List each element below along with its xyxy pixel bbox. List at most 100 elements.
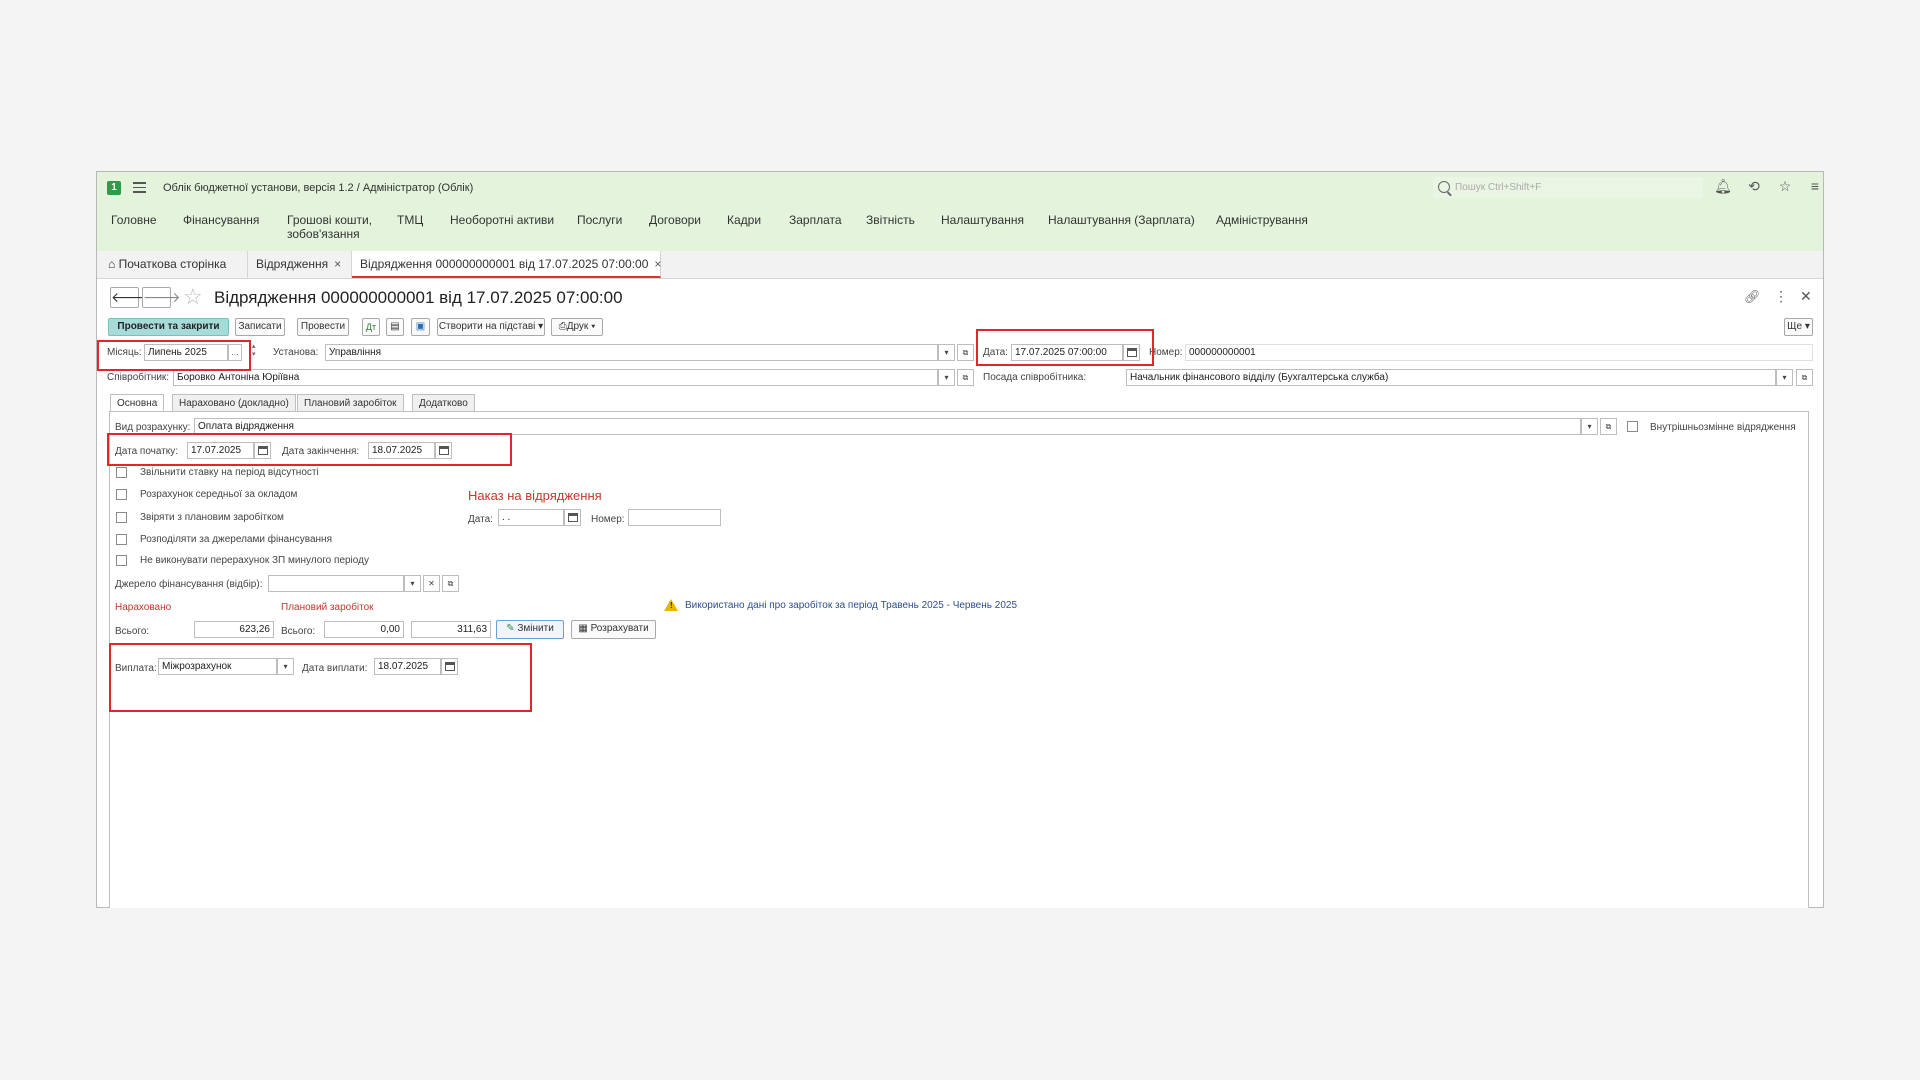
checkbox-average-by-salary[interactable] <box>116 489 127 500</box>
menu-item-home[interactable]: Головне <box>111 213 157 227</box>
change-label: Змінити <box>517 623 554 634</box>
position-dropdown-button[interactable]: ▾ <box>1776 369 1793 386</box>
accrued-total-label: Всього: <box>115 626 150 637</box>
tab-accrued-detailed[interactable]: Нараховано (докладно) <box>172 394 296 412</box>
print-label: Друк <box>566 321 589 332</box>
accrued-title: Нараховано <box>115 602 172 613</box>
hamburger-menu-icon[interactable] <box>133 182 146 193</box>
tab-trips-label: Відрядження <box>256 257 329 271</box>
close-icon[interactable]: × <box>654 257 661 271</box>
close-icon[interactable]: × <box>334 257 341 271</box>
settings-menu-icon[interactable]: ≡ <box>1806 178 1824 194</box>
bell-icon[interactable]: 🔔︎ <box>1714 178 1732 195</box>
calc-type-dropdown-button[interactable]: ▾ <box>1581 418 1598 435</box>
search-icon <box>1438 181 1450 193</box>
organization-label: Установа: <box>273 347 319 358</box>
tab-home[interactable]: ⌂ Початкова сторінка <box>100 251 248 278</box>
menu-item-salary-settings[interactable]: Налаштування (Зарплата) <box>1048 213 1195 227</box>
organization-open-button[interactable]: ⧉ <box>957 344 974 361</box>
funding-dropdown-button[interactable]: ▾ <box>404 575 421 592</box>
tab-current-document[interactable]: Відрядження 000000000001 від 17.07.2025 … <box>352 251 661 278</box>
number-field[interactable]: 000000000001 <box>1185 344 1813 361</box>
funding-field[interactable] <box>268 575 404 592</box>
post-and-close-button[interactable]: Провести та закрити <box>108 318 229 336</box>
menu-item-hr[interactable]: Кадри <box>727 213 761 227</box>
menu-item-contracts[interactable]: Договори <box>649 213 701 227</box>
menu-item-administration[interactable]: Адміністрування <box>1216 213 1308 227</box>
employee-dropdown-button[interactable]: ▾ <box>938 369 955 386</box>
employee-field[interactable]: Боровко Антоніна Юріївна <box>173 369 938 386</box>
create-based-on-button[interactable]: Створити на підставі ▾ <box>437 318 545 336</box>
more-actions-icon[interactable]: ⋮ <box>1774 288 1788 305</box>
calculate-label: Розрахувати <box>590 623 649 634</box>
planned-extra-field: 311,63 <box>411 621 491 638</box>
funding-open-button[interactable]: ⧉ <box>442 575 459 592</box>
menu-item-cash-line1: Грошові кошти, <box>287 213 373 227</box>
order-number-field[interactable] <box>628 509 721 526</box>
more-button[interactable]: Ще ▾ <box>1784 318 1813 336</box>
menu-item-settings[interactable]: Налаштування <box>941 213 1024 227</box>
checkbox-free-rate[interactable] <box>116 467 127 478</box>
menu-item-services[interactable]: Послуги <box>577 213 622 227</box>
tab-planned-earnings[interactable]: Плановий заробіток <box>297 394 404 412</box>
menu-item-reports[interactable]: Звітність <box>866 213 915 227</box>
checkbox-compare-planned-label: Звіряти з плановим заробітком <box>140 512 284 523</box>
save-button[interactable]: Записати <box>235 318 285 336</box>
internal-trip-checkbox[interactable] <box>1627 421 1638 432</box>
calculate-button[interactable]: ▦ Розрахувати <box>571 620 656 639</box>
menu-item-salary[interactable]: Зарплата <box>789 213 842 227</box>
funding-clear-button[interactable]: ✕ <box>423 575 440 592</box>
order-date-field[interactable]: . . <box>498 509 564 526</box>
checkbox-compare-planned[interactable] <box>116 512 127 523</box>
position-open-button[interactable]: ⧉ <box>1796 369 1813 386</box>
favorites-star-icon[interactable]: ☆ <box>1776 178 1794 195</box>
internal-trip-label: Внутрішньозмінне відрядження <box>1650 422 1796 433</box>
menu-item-inventory[interactable]: ТМЦ <box>397 213 423 227</box>
tab-trips-list[interactable]: Відрядження × <box>248 251 352 278</box>
favorite-star-icon[interactable]: ☆ <box>183 284 203 310</box>
tab-additional[interactable]: Додатково <box>412 394 475 412</box>
post-button[interactable]: Провести <box>297 318 349 336</box>
calc-type-open-button[interactable]: ⧉ <box>1600 418 1617 435</box>
more-label: Ще <box>1787 321 1803 332</box>
warning-text: Використано дані про заробіток за період… <box>685 600 1018 611</box>
menu-item-fixed-assets[interactable]: Необоротні активи <box>450 213 554 227</box>
order-date-calendar-button[interactable] <box>564 509 581 526</box>
document-title: Відрядження 000000000001 від 17.07.2025 … <box>214 288 623 307</box>
back-button[interactable]: 🡐 <box>110 287 149 308</box>
history-icon[interactable]: ⟲ <box>1745 178 1763 195</box>
highlight-payment <box>109 643 532 712</box>
link-icon[interactable]: 🔗︎ <box>1744 289 1761 305</box>
menu-item-cash-line2: зобов'язання <box>287 227 360 241</box>
checkbox-no-recalc-label: Не виконувати перерахунок ЗП минулого пе… <box>140 555 369 566</box>
order-date-label: Дата: <box>468 514 493 525</box>
pencil-icon: ✎ <box>506 623 515 634</box>
search-placeholder: Пошук Ctrl+Shift+F <box>1455 182 1542 193</box>
order-title: Наказ на відрядження <box>468 488 602 503</box>
month-stepper[interactable]: ▴ ▾ <box>252 343 256 359</box>
close-document-icon[interactable]: ✕ <box>1800 288 1812 305</box>
checkbox-average-by-salary-label: Розрахунок середньої за окладом <box>140 489 298 500</box>
movements-icon[interactable]: Дт <box>362 318 380 336</box>
forward-button[interactable]: 🡒 <box>142 287 181 308</box>
organization-dropdown-button[interactable]: ▾ <box>938 344 955 361</box>
menu-item-finance[interactable]: Фінансування <box>183 213 259 227</box>
checkbox-distribute-funding[interactable] <box>116 534 127 545</box>
warning-mark: ! <box>670 601 673 610</box>
printer-icon: ⎙ <box>558 321 567 332</box>
planned-total-field: 0,00 <box>324 621 404 638</box>
checkbox-no-recalc[interactable] <box>116 555 127 566</box>
change-button[interactable]: ✎ Змінити <box>496 620 564 639</box>
tab-doc-label: Відрядження 000000000001 від 17.07.2025 … <box>360 257 649 271</box>
structure-icon[interactable]: ▣ <box>411 318 430 336</box>
report-icon[interactable]: ▤ <box>386 318 404 336</box>
organization-field[interactable]: Управління <box>325 344 938 361</box>
accrued-total-field: 623,26 <box>194 621 274 638</box>
checkbox-free-rate-label: Звільнити ставку на період відсутності <box>140 467 319 478</box>
menu-item-cash[interactable]: Грошові кошти, зобов'язання <box>287 213 372 241</box>
highlight-month <box>97 340 251 371</box>
print-button[interactable]: ⎙Друк ▾ <box>551 318 603 336</box>
position-field[interactable]: Начальник фінансового відділу (Бухгалтер… <box>1126 369 1776 386</box>
employee-open-button[interactable]: ⧉ <box>957 369 974 386</box>
order-number-label: Номер: <box>591 514 625 525</box>
